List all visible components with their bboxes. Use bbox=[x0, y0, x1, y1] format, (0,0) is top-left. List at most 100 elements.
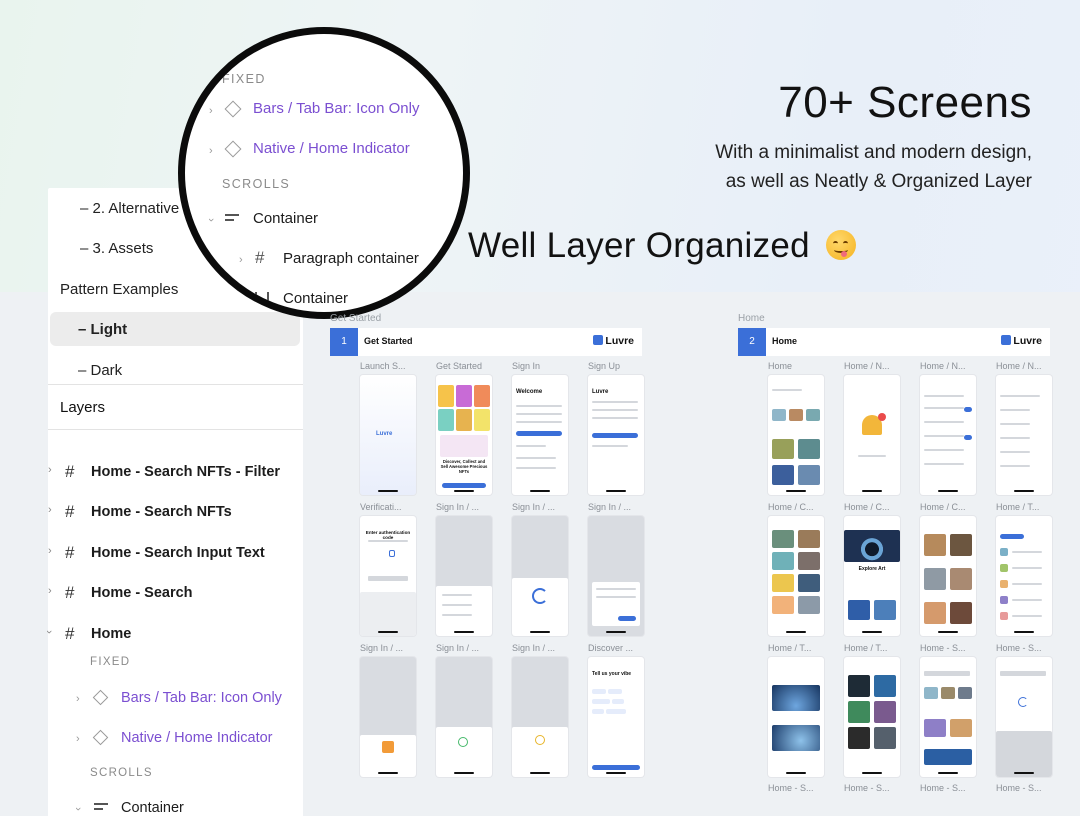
screen-label: Sign In / ... bbox=[360, 643, 404, 653]
chevron-right-icon[interactable]: › bbox=[76, 733, 80, 745]
frame-number: 2 bbox=[738, 328, 766, 356]
layer-row-home-indicator[interactable]: Native / Home Indicator bbox=[253, 140, 410, 157]
auto-layout-vertical-icon bbox=[255, 292, 269, 305]
screen-thumb-home-notification-2[interactable] bbox=[996, 375, 1052, 495]
chevron-down-icon[interactable]: › bbox=[43, 630, 55, 634]
screen-thumb-home-explore[interactable]: Explore Art bbox=[844, 516, 900, 636]
page-item-assets[interactable]: – 3. Assets bbox=[80, 240, 153, 257]
layer-row-tab-bar[interactable]: Bars / Tab Bar: Icon Only bbox=[253, 100, 419, 117]
page-item-light[interactable]: – Light bbox=[78, 321, 127, 338]
frame-title: Get Started bbox=[364, 336, 413, 346]
screen-thumb-home-notification[interactable] bbox=[920, 375, 976, 495]
screen-heading: Luvre bbox=[592, 389, 609, 395]
screen-label: Home / N... bbox=[920, 361, 966, 371]
screen-thumb-home-notification-empty[interactable] bbox=[844, 375, 900, 495]
screen-label: Home / T... bbox=[768, 643, 812, 653]
screen-thumb-home[interactable] bbox=[768, 375, 824, 495]
screen-thumb-home-collection[interactable] bbox=[920, 516, 976, 636]
component-instance-icon bbox=[92, 689, 109, 706]
frame-number: 1 bbox=[330, 328, 358, 356]
screen-label: Home - S... bbox=[996, 783, 1042, 793]
layers-title: Layers bbox=[60, 399, 106, 416]
screen-label: Home - S... bbox=[920, 643, 966, 653]
chevron-right-icon[interactable]: › bbox=[48, 585, 52, 597]
screen-thumb-sign-in-wallet[interactable] bbox=[360, 657, 416, 777]
screen-thumb-home-top-collections[interactable] bbox=[844, 657, 900, 777]
screen-thumb-home-search-input[interactable] bbox=[996, 657, 1052, 777]
luvre-logo: Luvre bbox=[593, 335, 634, 347]
screen-thumb-discover[interactable]: Tell us your vibe bbox=[588, 657, 644, 777]
screen-thumb-sign-in-dialog[interactable] bbox=[588, 516, 644, 636]
big-title: Well Layer Organized bbox=[468, 226, 856, 266]
section-label-fixed: FIXED bbox=[222, 72, 266, 86]
layer-row[interactable]: › # Home - Search bbox=[48, 579, 303, 609]
screen-thumb-sign-in-loading[interactable] bbox=[512, 516, 568, 636]
headline-subtitle: With a minimalist and modern design, as … bbox=[715, 142, 1032, 192]
luvre-logo-icon bbox=[1001, 335, 1012, 345]
auto-layout-icon bbox=[225, 213, 239, 225]
screen-label: Sign Up bbox=[588, 361, 621, 371]
screen-label: Home - S... bbox=[768, 783, 814, 793]
screen-thumb-home-top[interactable] bbox=[996, 516, 1052, 636]
screen-label: Home / C... bbox=[768, 502, 814, 512]
screen-thumb-home-categories[interactable] bbox=[768, 516, 824, 636]
frame-header-home[interactable]: 2 Home Luvre bbox=[738, 328, 1050, 356]
section-label-fixed: FIXED bbox=[90, 656, 131, 668]
screen-heading: Tell us your vibe bbox=[592, 671, 632, 677]
screen-thumb-launch[interactable]: Luvre bbox=[360, 375, 416, 495]
layer-row[interactable]: › # Home - Search Input Text bbox=[48, 539, 303, 569]
chevron-right-icon[interactable]: › bbox=[76, 693, 80, 705]
frame-label-get-started: Get Started bbox=[330, 313, 382, 324]
screen-thumb-home-search[interactable] bbox=[920, 657, 976, 777]
plus-icon[interactable]: + bbox=[198, 289, 210, 312]
page-item-alternative[interactable]: – 2. Alternative bbox=[80, 200, 179, 217]
screen-label: Home - S... bbox=[844, 783, 890, 793]
chevron-right-icon[interactable]: › bbox=[239, 254, 243, 266]
layer-row[interactable]: › # Home - Search NFTs - Filter bbox=[48, 458, 303, 488]
frame-icon: # bbox=[65, 502, 75, 521]
screen-thumb-sign-in-empty[interactable] bbox=[512, 657, 568, 777]
chevron-right-icon[interactable]: › bbox=[209, 105, 213, 117]
screen-heading: Discover, Collect and Sell Awesome Preci… bbox=[440, 459, 488, 474]
component-instance-icon bbox=[92, 729, 109, 746]
chevron-down-icon[interactable]: › bbox=[235, 298, 247, 302]
screen-thumb-sign-up[interactable]: Luvre bbox=[588, 375, 644, 495]
page-item-dark[interactable]: – Dark bbox=[78, 362, 122, 379]
screen-label: Get Started bbox=[436, 361, 483, 371]
auto-layout-icon bbox=[94, 802, 108, 814]
layer-row-container-2[interactable]: Container bbox=[283, 290, 348, 307]
chevron-down-icon[interactable]: › bbox=[205, 218, 217, 222]
screen-heading: Welcome bbox=[516, 389, 543, 395]
layer-row-home[interactable]: › # Home bbox=[43, 620, 303, 650]
screen-label: Sign In bbox=[512, 361, 541, 371]
layer-row-container[interactable]: Container bbox=[253, 210, 318, 227]
screen-thumb-sign-in[interactable]: Welcome bbox=[512, 375, 568, 495]
screen-label: Home - S... bbox=[920, 783, 966, 793]
layers-header: Layers bbox=[48, 384, 303, 430]
chevron-right-icon[interactable]: › bbox=[209, 145, 213, 157]
luvre-logo: Luvre bbox=[376, 431, 393, 437]
screen-label: Discover ... bbox=[588, 643, 634, 653]
chevron-right-icon[interactable]: › bbox=[48, 545, 52, 557]
screen-label: Home - S... bbox=[996, 643, 1042, 653]
magnifier-zoom: FIXED › Bars / Tab Bar: Icon Only › Nati… bbox=[178, 27, 470, 319]
screen-label: Home bbox=[768, 361, 793, 371]
layer-row[interactable]: › # Home - Search NFTs bbox=[48, 498, 303, 528]
screen-label: Sign In / ... bbox=[588, 502, 632, 512]
headline: 70+ Screens With a minimalist and modern… bbox=[715, 78, 1032, 196]
screen-thumb-home-top-sellers[interactable] bbox=[768, 657, 824, 777]
screen-label: Home / N... bbox=[844, 361, 890, 371]
screen-thumb-sign-in-success[interactable] bbox=[436, 657, 492, 777]
chevron-right-icon[interactable]: › bbox=[48, 504, 52, 516]
screen-label: Launch S... bbox=[360, 361, 406, 371]
frame-header-get-started[interactable]: 1 Get Started Luvre bbox=[330, 328, 642, 356]
screen-thumb-get-started[interactable]: Discover, Collect and Sell Awesome Preci… bbox=[436, 375, 492, 495]
screen-label: Home / C... bbox=[920, 502, 966, 512]
chevron-right-icon[interactable]: › bbox=[48, 464, 52, 476]
page-item-pattern-examples[interactable]: Pattern Examples bbox=[60, 281, 178, 298]
screen-thumb-verification[interactable]: Enter authentication code bbox=[360, 516, 416, 636]
chevron-down-icon[interactable]: › bbox=[72, 807, 84, 811]
luvre-logo: Luvre bbox=[1001, 335, 1042, 347]
screen-thumb-sign-in-modal[interactable] bbox=[436, 516, 492, 636]
layer-row-paragraph-container[interactable]: Paragraph container bbox=[283, 250, 419, 267]
